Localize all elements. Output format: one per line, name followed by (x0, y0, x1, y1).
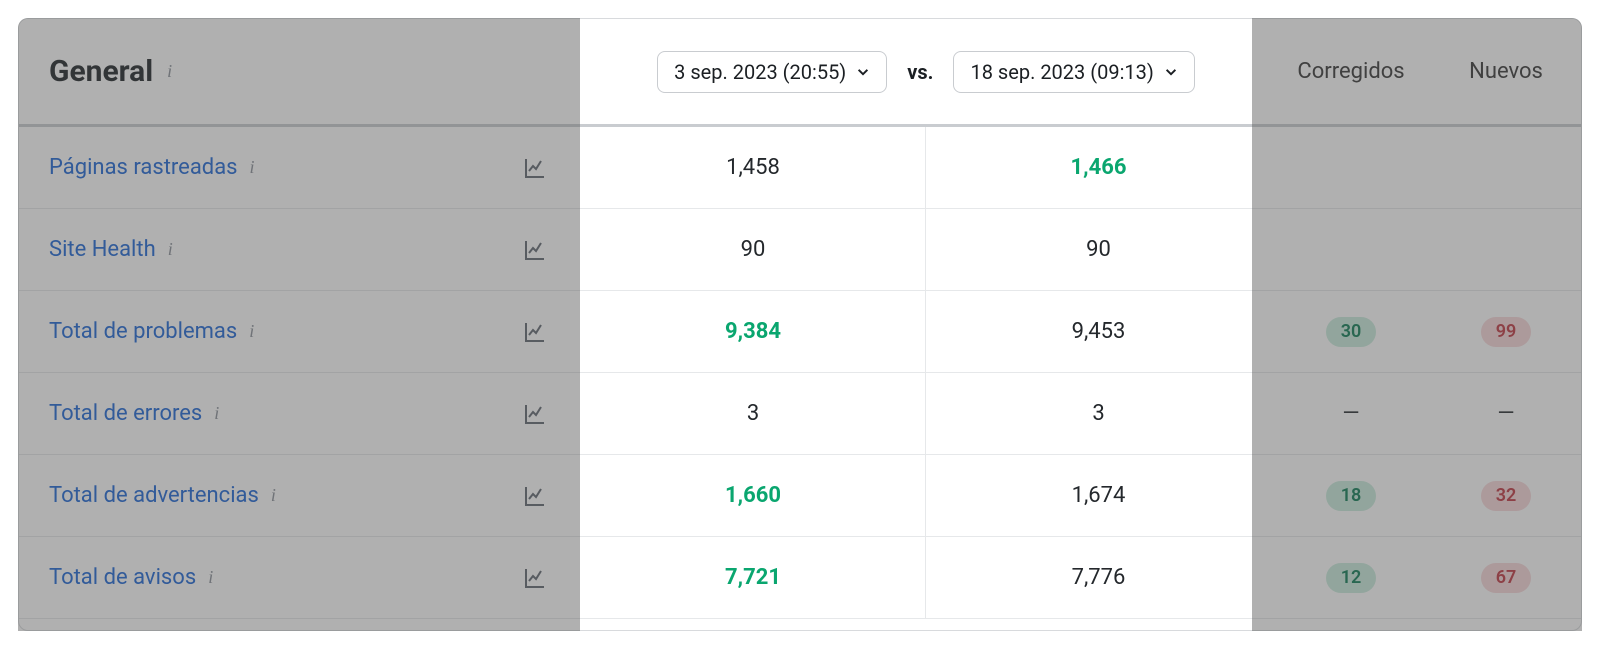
table-row: Total de advertencias i 1,6601,674 18 32 (19, 455, 1581, 537)
fixed-badge: 30 (1326, 317, 1376, 347)
date-b-dropdown[interactable]: 18 sep. 2023 (09:13) (953, 51, 1194, 93)
dash: — (1342, 401, 1359, 426)
value-b: 1,466 (926, 127, 1271, 208)
new-badge: 99 (1481, 317, 1531, 347)
value-a: 9,384 (581, 291, 926, 372)
info-icon[interactable]: i (214, 403, 219, 424)
value-a: 90 (581, 209, 926, 290)
table-header-row: General i 3 sep. 2023 (20:55) vs. 18 sep… (19, 19, 1581, 127)
table-row: Site Health i 9090 (19, 209, 1581, 291)
metric-link[interactable]: Total de problemas (49, 319, 237, 344)
table-row: Páginas rastreadas i 1,4581,466 (19, 127, 1581, 209)
fixed-cell: 30 (1271, 317, 1431, 347)
fixed-cell: — (1271, 401, 1431, 426)
new-cell: 32 (1431, 481, 1581, 511)
new-badge: 32 (1481, 481, 1531, 511)
new-cell: — (1431, 401, 1581, 426)
line-chart-icon[interactable] (523, 156, 547, 180)
line-chart-icon[interactable] (523, 484, 547, 508)
date-a-dropdown[interactable]: 3 sep. 2023 (20:55) (657, 51, 887, 93)
chart-icon-cell (489, 238, 581, 262)
info-icon[interactable]: i (167, 61, 172, 82)
new-column-header: Nuevos (1431, 59, 1581, 84)
value-a: 3 (581, 373, 926, 454)
metric-label-cell: Total de errores i (19, 401, 489, 426)
metric-link[interactable]: Páginas rastreadas (49, 155, 238, 180)
fixed-column-header: Corregidos (1271, 59, 1431, 84)
date-b-label: 18 sep. 2023 (09:13) (970, 60, 1153, 84)
table-row: Total de avisos i 7,7217,776 12 67 (19, 537, 1581, 619)
value-a: 1,660 (581, 455, 926, 536)
chart-icon-cell (489, 156, 581, 180)
section-title: General (49, 54, 153, 89)
info-icon[interactable]: i (271, 485, 276, 506)
info-icon[interactable]: i (208, 567, 213, 588)
chart-icon-cell (489, 402, 581, 426)
metric-label-cell: Site Health i (19, 237, 489, 262)
metric-link[interactable]: Total de errores (49, 401, 202, 426)
chevron-down-icon (1164, 65, 1178, 79)
new-badge: 67 (1481, 563, 1531, 593)
value-b: 90 (926, 209, 1271, 290)
value-a: 1,458 (581, 127, 926, 208)
fixed-cell: 18 (1271, 481, 1431, 511)
table-row: Total de errores i 33 — — (19, 373, 1581, 455)
metric-label-cell: Total de advertencias i (19, 483, 489, 508)
value-b: 9,453 (926, 291, 1271, 372)
value-b: 1,674 (926, 455, 1271, 536)
info-icon[interactable]: i (250, 157, 255, 178)
date-compare-controls: 3 sep. 2023 (20:55) vs. 18 sep. 2023 (09… (581, 51, 1271, 93)
metric-link[interactable]: Site Health (49, 237, 156, 262)
metric-label-cell: Total de problemas i (19, 319, 489, 344)
general-comparison-table: General i 3 sep. 2023 (20:55) vs. 18 sep… (18, 18, 1582, 631)
fixed-badge: 12 (1326, 563, 1376, 593)
date-a-label: 3 sep. 2023 (20:55) (674, 60, 846, 84)
line-chart-icon[interactable] (523, 320, 547, 344)
line-chart-icon[interactable] (523, 402, 547, 426)
metric-label-cell: Páginas rastreadas i (19, 155, 489, 180)
fixed-badge: 18 (1326, 481, 1376, 511)
value-a: 7,721 (581, 537, 926, 618)
table-row: Total de problemas i 9,3849,453 30 99 (19, 291, 1581, 373)
line-chart-icon[interactable] (523, 566, 547, 590)
metric-label-cell: Total de avisos i (19, 565, 489, 590)
section-title-cell: General i (19, 54, 489, 89)
vs-label: vs. (907, 60, 933, 84)
dash: — (1497, 401, 1514, 426)
info-icon[interactable]: i (249, 321, 254, 342)
metric-link[interactable]: Total de advertencias (49, 483, 259, 508)
chart-icon-cell (489, 566, 581, 590)
chart-icon-cell (489, 484, 581, 508)
new-cell: 99 (1431, 317, 1581, 347)
value-b: 7,776 (926, 537, 1271, 618)
metric-link[interactable]: Total de avisos (49, 565, 196, 590)
new-cell: 67 (1431, 563, 1581, 593)
value-b: 3 (926, 373, 1271, 454)
chart-icon-cell (489, 320, 581, 344)
fixed-cell: 12 (1271, 563, 1431, 593)
line-chart-icon[interactable] (523, 238, 547, 262)
info-icon[interactable]: i (168, 239, 173, 260)
chevron-down-icon (856, 65, 870, 79)
